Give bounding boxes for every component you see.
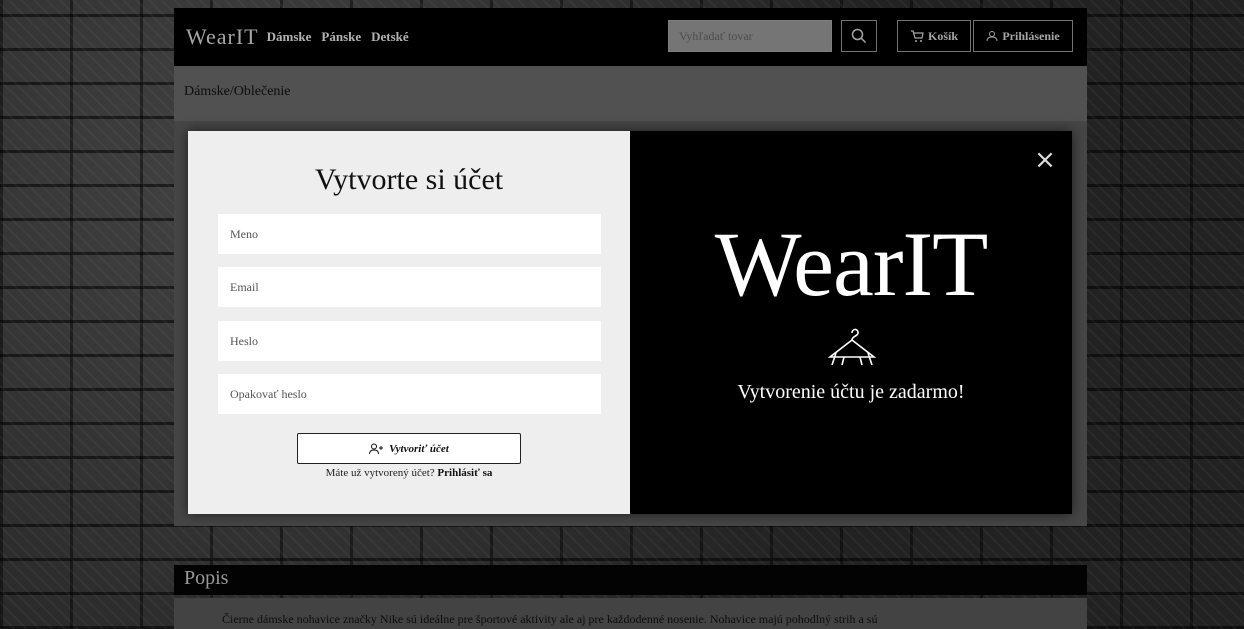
password-field[interactable]: Heslo bbox=[218, 321, 601, 361]
name-field[interactable]: Meno bbox=[218, 214, 601, 254]
hanger-icon bbox=[827, 328, 877, 366]
modal-title: Vytvorte si účet bbox=[314, 163, 504, 196]
tagline: Vytvorenie účtu je zadarmo! bbox=[737, 381, 965, 403]
create-account-label: Vytvoriť účet bbox=[389, 442, 449, 455]
add-user-icon bbox=[369, 443, 384, 454]
repeat-password-field[interactable]: Opakovať heslo bbox=[218, 374, 601, 414]
register-modal: Vytvorte si účet Meno Email Heslo Opakov… bbox=[188, 131, 1072, 514]
create-account-button[interactable]: Vytvoriť účet bbox=[297, 433, 521, 464]
register-form: Vytvorte si účet Meno Email Heslo Opakov… bbox=[188, 131, 630, 514]
email-field[interactable]: Email bbox=[218, 267, 601, 307]
login-prompt-text: Máte už vytvorený účet? bbox=[325, 467, 435, 479]
brand-panel: × WearIT Vytvorenie účtu je zadarmo! bbox=[630, 131, 1072, 514]
login-link[interactable]: Prihlásiť sa bbox=[437, 467, 492, 479]
login-prompt: Máte už vytvorený účet? Prihlásiť sa bbox=[188, 467, 630, 479]
close-icon[interactable]: × bbox=[1034, 147, 1056, 173]
brand-logo: WearIT bbox=[714, 213, 989, 315]
